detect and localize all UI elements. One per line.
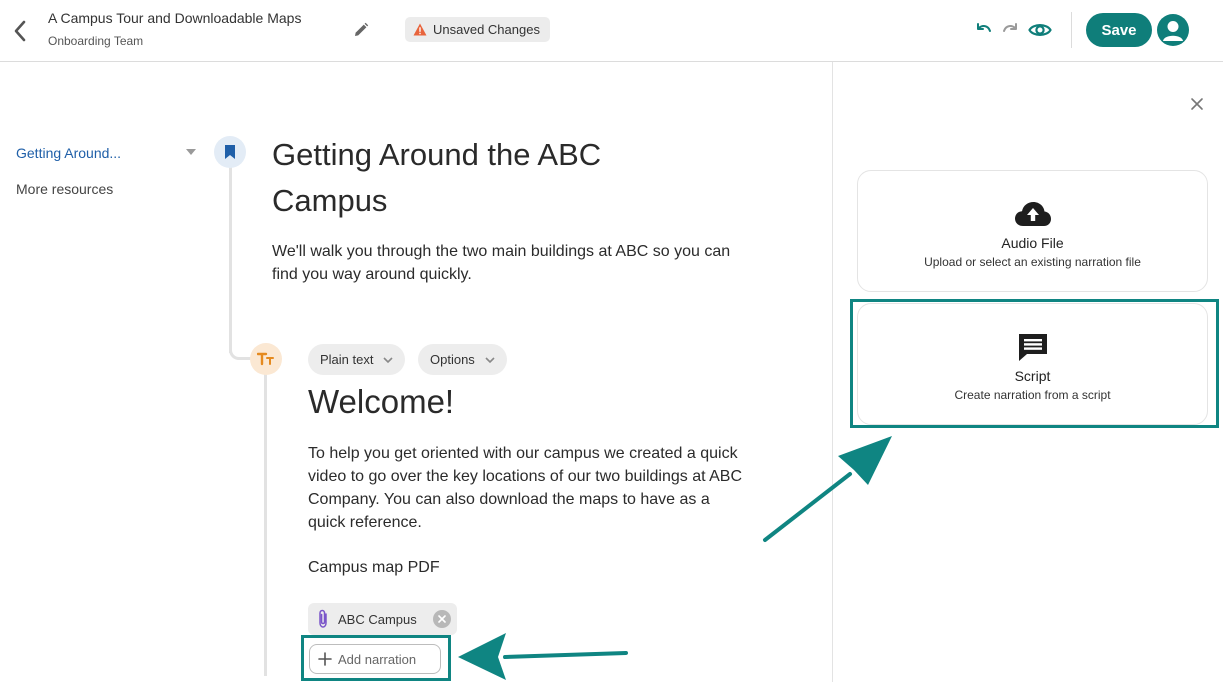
- undo-icon[interactable]: [975, 21, 993, 39]
- back-icon[interactable]: [8, 17, 32, 45]
- add-narration-button[interactable]: Add narration: [309, 644, 441, 674]
- top-bar: A Campus Tour and Downloadable Maps Onbo…: [0, 0, 1223, 62]
- title-block: A Campus Tour and Downloadable Maps Onbo…: [48, 10, 301, 48]
- section-description[interactable]: We'll walk you through the two main buil…: [272, 240, 742, 286]
- paperclip-icon: [319, 609, 327, 628]
- block-heading[interactable]: Welcome!: [308, 380, 454, 424]
- caret-down-icon[interactable]: [186, 149, 196, 155]
- options-label: Options: [430, 352, 475, 367]
- nav-item-more-resources[interactable]: More resources: [16, 181, 113, 197]
- timeline-line: [264, 374, 267, 676]
- audio-file-title: Audio File: [1001, 235, 1064, 251]
- arrow-to-script-option: [763, 436, 892, 542]
- bookmark-icon: [214, 136, 246, 168]
- status-badge: Unsaved Changes: [405, 17, 550, 42]
- arrow-to-add-narration: [458, 633, 628, 680]
- nav-item-getting-around[interactable]: Getting Around...: [16, 145, 121, 161]
- panel-divider: [832, 62, 833, 682]
- pencil-icon[interactable]: [352, 21, 370, 39]
- chevron-down-icon: [383, 356, 394, 363]
- header-divider: [1071, 12, 1072, 48]
- text-format-dropdown[interactable]: Plain text: [308, 344, 406, 375]
- redo-icon[interactable]: [1001, 21, 1019, 39]
- warning-icon: [413, 23, 427, 36]
- block-body[interactable]: To help you get oriented with our campus…: [308, 442, 748, 534]
- remove-attachment-icon[interactable]: [433, 610, 451, 628]
- options-dropdown[interactable]: Options: [418, 344, 507, 375]
- chevron-down-icon: [485, 356, 495, 363]
- section-title[interactable]: Getting Around the ABC Campus: [272, 132, 692, 224]
- text-format-label: Plain text: [320, 352, 374, 367]
- status-badge-label: Unsaved Changes: [433, 22, 540, 37]
- plus-icon: [318, 652, 332, 666]
- save-button[interactable]: Save: [1086, 13, 1152, 47]
- cloud-upload-icon: [1014, 197, 1052, 231]
- attachment-caption[interactable]: Campus map PDF: [308, 559, 440, 577]
- audio-file-description: Upload or select an existing narration f…: [924, 255, 1141, 269]
- close-icon[interactable]: [1189, 96, 1205, 112]
- timeline-line: [229, 165, 232, 353]
- user-avatar-icon[interactable]: [1157, 14, 1189, 46]
- audio-file-option[interactable]: Audio File Upload or select an existing …: [857, 170, 1208, 292]
- preview-eye-icon[interactable]: [1028, 19, 1052, 41]
- add-narration-label: Add narration: [338, 651, 417, 667]
- document-title: A Campus Tour and Downloadable Maps: [48, 10, 302, 26]
- attachment-chip[interactable]: ABC Campus: [308, 603, 457, 635]
- script-highlight-box: [850, 299, 1219, 428]
- document-subtitle: Onboarding Team: [48, 34, 144, 48]
- attachment-name: ABC Campus: [338, 611, 417, 627]
- text-type-icon: [250, 343, 282, 375]
